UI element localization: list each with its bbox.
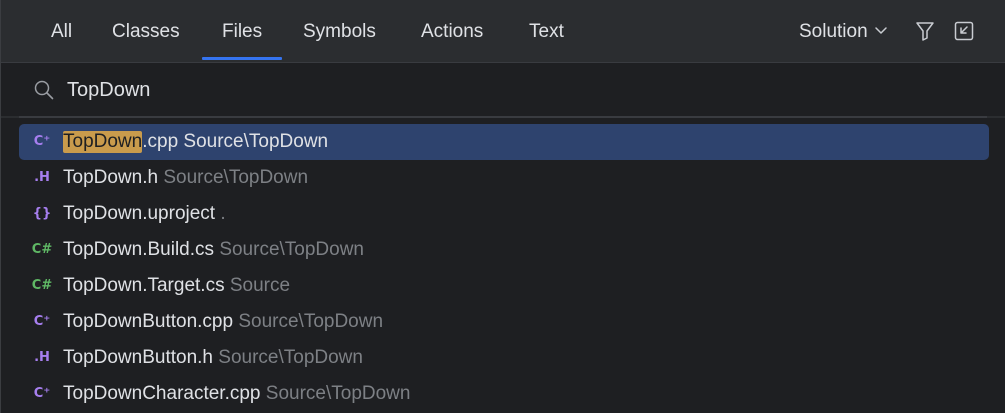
tab-files[interactable]: Files: [201, 0, 283, 62]
file-path: Source\TopDown: [265, 383, 411, 404]
tab-symbols[interactable]: Symbols: [303, 0, 376, 62]
file-name: TopDown.h: [63, 167, 159, 188]
scope-dropdown[interactable]: Solution: [799, 0, 888, 62]
file-name: .cpp: [142, 131, 179, 152]
file-path: Source\TopDown: [238, 311, 384, 332]
results-list: C⁺ TopDown.cpp Source\TopDown .H TopDown.h …: [19, 124, 989, 412]
result-row[interactable]: {} TopDown.uproject .: [19, 196, 989, 232]
result-row[interactable]: C# TopDown.Build.cs Source\TopDown: [19, 232, 989, 268]
chevron-down-icon: [874, 0, 888, 62]
search-everywhere-popup: All Classes Files Symbols Actions Text S…: [0, 0, 1005, 413]
result-label: TopDownCharacter.cpp Source\TopDown: [63, 376, 410, 412]
file-path: Source\TopDown: [218, 347, 363, 368]
result-row[interactable]: C# TopDown.Target.cs Source: [19, 268, 989, 304]
result-label: TopDownButton.cpp Source\TopDown: [63, 304, 383, 340]
file-path: .: [220, 203, 226, 224]
file-name: TopDownButton.cpp: [63, 311, 234, 332]
file-path: Source\TopDown: [219, 239, 365, 260]
result-row[interactable]: .H TopDown.h Source\TopDown: [19, 160, 989, 196]
search-input[interactable]: [65, 73, 989, 107]
file-name: TopDown.Target.cs: [63, 275, 225, 296]
result-row[interactable]: C⁺ TopDown.cpp Source\TopDown: [19, 124, 989, 160]
json-file-icon: {}: [32, 206, 52, 221]
result-row[interactable]: C⁺ TopDownCharacter.cpp Source\TopDown: [19, 376, 989, 412]
cpp-file-icon: C⁺: [33, 386, 51, 401]
result-label: TopDown.cpp Source\TopDown: [63, 124, 328, 160]
cpp-file-icon: C⁺: [33, 134, 51, 149]
tab-bar: All Classes Files Symbols Actions Text S…: [1, 0, 1005, 62]
result-label: TopDownButton.h Source\TopDown: [63, 340, 363, 376]
csharp-file-icon: C#: [31, 278, 53, 293]
result-label: TopDown.Build.cs Source\TopDown: [63, 232, 364, 268]
file-path: Source\TopDown: [163, 167, 309, 188]
match-highlight: TopDown: [63, 131, 143, 153]
csharp-file-icon: C#: [31, 242, 53, 257]
file-name: TopDownButton.h: [63, 347, 213, 368]
file-name: TopDown.uproject: [63, 203, 216, 224]
search-row: [1, 62, 1005, 116]
result-label: TopDown.h Source\TopDown: [63, 160, 308, 196]
tab-actions[interactable]: Actions: [421, 0, 483, 62]
file-path: Source: [229, 275, 291, 296]
header-file-icon: .H: [34, 170, 50, 185]
header-file-icon: .H: [34, 350, 50, 365]
tab-text[interactable]: Text: [529, 0, 564, 62]
open-in-tool-window-icon[interactable]: [952, 19, 976, 43]
tab-classes[interactable]: Classes: [112, 0, 180, 62]
filter-icon[interactable]: [913, 19, 937, 43]
result-row[interactable]: C⁺ TopDownButton.cpp Source\TopDown: [19, 304, 989, 340]
result-label: TopDown.uproject .: [63, 196, 226, 232]
file-path: Source\TopDown: [183, 131, 329, 152]
cpp-file-icon: C⁺: [33, 314, 51, 329]
tab-all[interactable]: All: [51, 0, 72, 62]
result-row[interactable]: .H TopDownButton.h Source\TopDown: [19, 340, 989, 376]
scope-label: Solution: [799, 21, 868, 43]
file-name: TopDownCharacter.cpp: [63, 383, 261, 404]
search-icon: [33, 79, 55, 101]
result-label: TopDown.Target.cs Source: [63, 268, 290, 304]
file-name: TopDown.Build.cs: [63, 239, 215, 260]
